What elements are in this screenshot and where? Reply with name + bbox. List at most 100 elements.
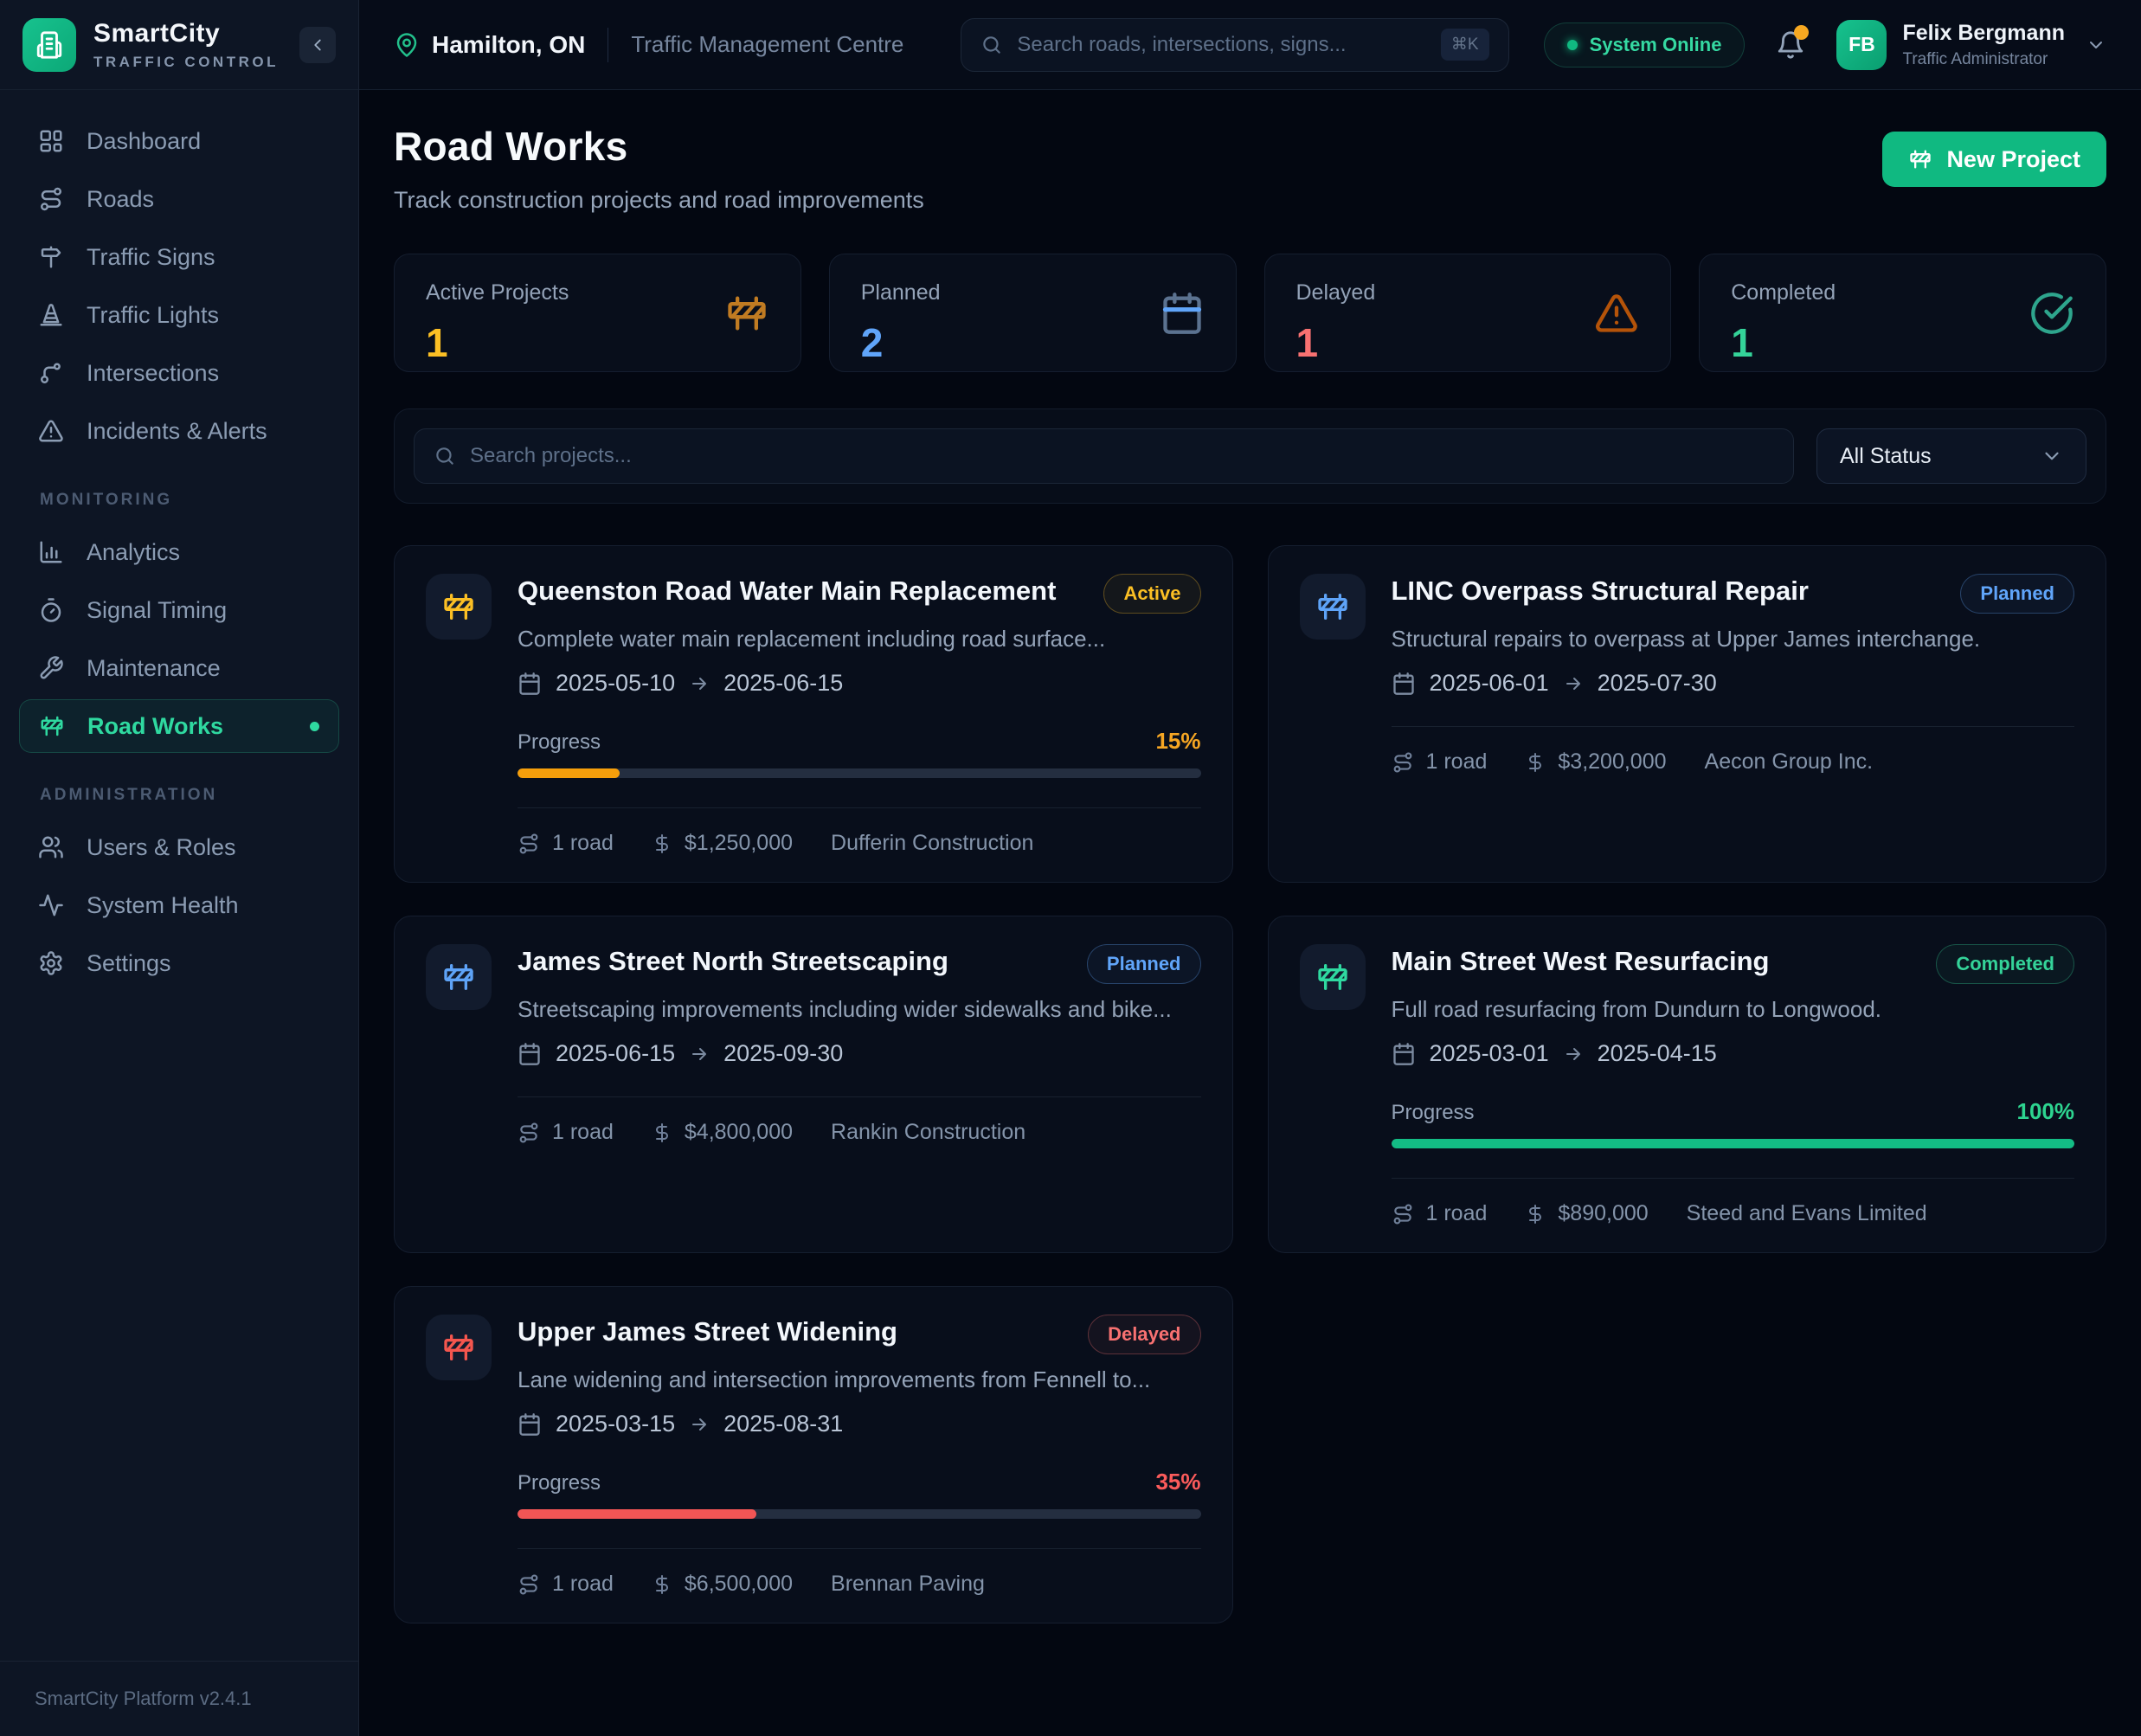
active-indicator-dot <box>310 722 319 731</box>
sidebar-item-maintenance[interactable]: Maintenance <box>19 641 339 695</box>
brand-logo <box>23 18 76 72</box>
progress-percent: 100% <box>2017 1098 2075 1125</box>
filter-bar: All Status <box>394 408 2106 504</box>
start-date: 2025-06-15 <box>556 1040 675 1067</box>
project-meta: 1 road $1,250,000 Dufferin Construction <box>518 831 1201 856</box>
new-project-button[interactable]: New Project <box>1882 132 2106 187</box>
stat-text: Completed 1 <box>1731 280 1836 345</box>
new-project-label: New Project <box>1946 146 2080 173</box>
construction-barrier-icon <box>1908 147 1932 171</box>
project-search <box>414 428 1794 484</box>
end-date: 2025-06-15 <box>723 670 843 697</box>
project-search-input[interactable] <box>470 444 1774 468</box>
status-filter-select[interactable]: All Status <box>1816 428 2086 484</box>
project-card-body: 2025-06-01 2025-07-30 1 road $3,200,000 … <box>1392 670 2075 775</box>
alert-triangle-icon <box>1594 291 1639 336</box>
sidebar-collapse-button[interactable] <box>299 27 336 63</box>
progress-percent: 15% <box>1155 728 1200 755</box>
user-menu[interactable]: FB Felix Bergmann Traffic Administrator <box>1836 20 2106 70</box>
project-title: Main Street West Resurfacing <box>1392 944 1919 977</box>
project-card[interactable]: James Street North Streetscaping Planned… <box>394 916 1233 1253</box>
sidebar-item-traffic-lights[interactable]: Traffic Lights <box>19 288 339 342</box>
sidebar-item-label: Settings <box>87 950 171 977</box>
sidebar-item-road-works[interactable]: Road Works <box>19 699 339 753</box>
stat-value: 2 <box>861 319 941 366</box>
project-card-header: Queenston Road Water Main Replacement Ac… <box>426 574 1201 653</box>
route-icon <box>518 833 540 855</box>
stat-label: Delayed <box>1296 280 1376 305</box>
project-contractor: Steed and Evans Limited <box>1687 1201 1927 1226</box>
end-date: 2025-09-30 <box>723 1040 843 1067</box>
intersection-icon <box>38 360 64 386</box>
end-date: 2025-08-31 <box>723 1411 843 1437</box>
card-divider <box>1392 1178 2075 1179</box>
chevron-left-icon <box>308 35 327 55</box>
global-search-input[interactable] <box>1017 33 1427 57</box>
roads-count: 1 road <box>552 1120 614 1145</box>
stat-label: Completed <box>1731 280 1836 305</box>
progress-label: Progress <box>518 1471 601 1495</box>
roads-count: 1 road <box>1426 1201 1488 1226</box>
project-contractor: Dufferin Construction <box>831 831 1033 856</box>
sidebar-item-intersections[interactable]: Intersections <box>19 346 339 400</box>
project-card[interactable]: LINC Overpass Structural Repair Planned … <box>1268 545 2107 883</box>
brand-tagline: TRAFFIC CONTROL <box>93 54 279 71</box>
project-title: LINC Overpass Structural Repair <box>1392 574 1944 607</box>
sidebar-item-traffic-signs[interactable]: Traffic Signs <box>19 230 339 284</box>
sidebar-header: SmartCity TRAFFIC CONTROL <box>0 0 358 90</box>
project-card[interactable]: Queenston Road Water Main Replacement Ac… <box>394 545 1233 883</box>
page-header: Road Works Track construction projects a… <box>394 123 2106 214</box>
sidebar-item-users-roles[interactable]: Users & Roles <box>19 820 339 874</box>
signpost-icon <box>38 244 64 270</box>
project-title: Upper James Street Widening <box>518 1315 1070 1347</box>
project-card-body: 2025-06-15 2025-09-30 1 road $4,800,000 … <box>518 1040 1201 1145</box>
project-budget: $3,200,000 <box>1558 749 1666 775</box>
project-card[interactable]: Upper James Street Widening Delayed Lane… <box>394 1286 1233 1623</box>
construction-barrier-icon <box>1300 944 1366 1010</box>
main-area: Hamilton, ON Traffic Management Centre ⌘… <box>359 0 2141 1736</box>
stat-label: Planned <box>861 280 941 305</box>
end-date: 2025-04-15 <box>1598 1040 1717 1067</box>
calendar-icon <box>518 1042 542 1066</box>
calendar-icon <box>1392 1042 1416 1066</box>
sidebar-item-dashboard[interactable]: Dashboard <box>19 114 339 168</box>
route-icon <box>38 186 64 212</box>
sidebar-item-label: Users & Roles <box>87 834 236 861</box>
arrow-right-icon <box>1563 673 1584 694</box>
page-subtitle: Track construction projects and road imp… <box>394 187 924 214</box>
construction-barrier-icon <box>1300 574 1366 640</box>
sidebar-section-administration: ADMINISTRATION <box>40 786 339 805</box>
card-divider <box>518 1096 1201 1097</box>
sidebar-item-system-health[interactable]: System Health <box>19 878 339 932</box>
stat-card-delayed: Delayed 1 <box>1264 254 1672 372</box>
sidebar-nav: Dashboard Roads Traffic Signs Traffic Li… <box>0 90 358 1661</box>
sidebar-item-label: Road Works <box>87 713 223 740</box>
start-date: 2025-05-10 <box>556 670 675 697</box>
notifications-button[interactable] <box>1776 30 1805 60</box>
topbar-right: System Online FB Felix Bergmann Traffic … <box>1509 20 2106 70</box>
project-meta: 1 road $890,000 Steed and Evans Limited <box>1392 1201 2075 1226</box>
building-icon <box>35 30 64 60</box>
start-date: 2025-03-15 <box>556 1411 675 1437</box>
project-budget: $4,800,000 <box>685 1120 793 1145</box>
sidebar-item-label: Incidents & Alerts <box>87 418 267 445</box>
sidebar-item-analytics[interactable]: Analytics <box>19 525 339 579</box>
app-window: SmartCity TRAFFIC CONTROL Dashboard Road… <box>0 0 2141 1736</box>
sidebar-item-label: Analytics <box>87 539 180 566</box>
project-dates: 2025-03-01 2025-04-15 <box>1392 1040 2075 1067</box>
sidebar-item-label: Intersections <box>87 360 219 387</box>
sidebar-item-roads[interactable]: Roads <box>19 172 339 226</box>
project-description: Complete water main replacement includin… <box>518 626 1201 653</box>
bar-chart-icon <box>38 539 64 565</box>
sidebar-item-signal-timing[interactable]: Signal Timing <box>19 583 339 637</box>
project-head-main: Queenston Road Water Main Replacement Ac… <box>518 574 1201 653</box>
sidebar-item-settings[interactable]: Settings <box>19 936 339 990</box>
project-card[interactable]: Main Street West Resurfacing Completed F… <box>1268 916 2107 1253</box>
page-title: Road Works <box>394 123 924 170</box>
progress-block: Progress 100% <box>1392 1098 2075 1148</box>
sidebar-item-incidents-alerts[interactable]: Incidents & Alerts <box>19 404 339 458</box>
topbar: Hamilton, ON Traffic Management Centre ⌘… <box>359 0 2141 90</box>
traffic-cone-icon <box>38 302 64 328</box>
calendar-icon <box>1392 672 1416 696</box>
alert-triangle-icon <box>38 418 64 444</box>
